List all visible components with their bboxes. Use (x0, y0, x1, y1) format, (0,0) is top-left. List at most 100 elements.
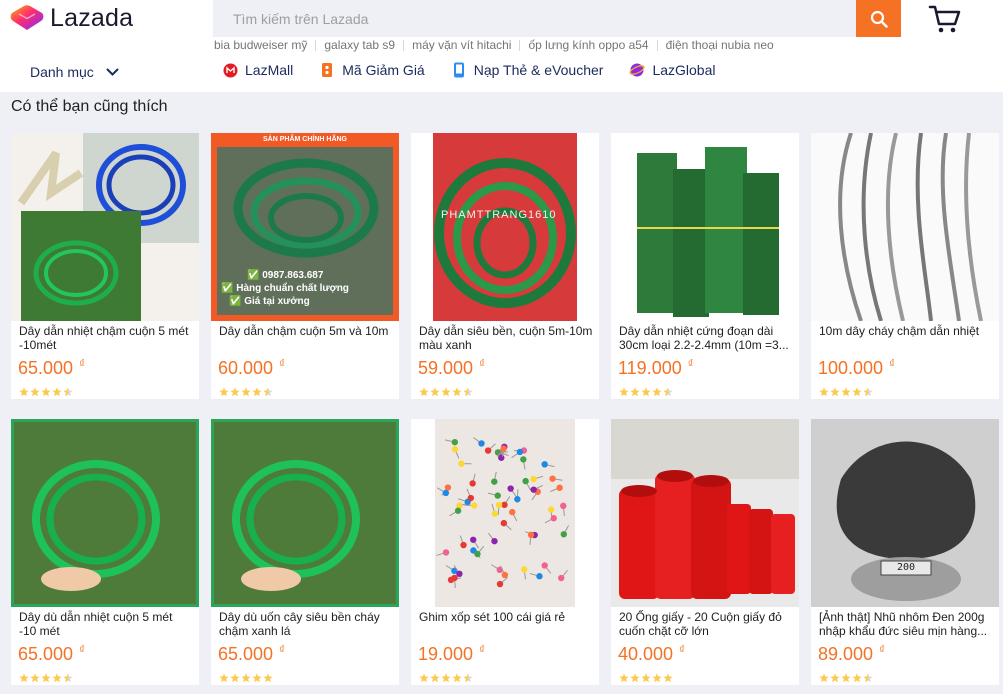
star-icon (852, 384, 862, 397)
star-icon (841, 670, 851, 683)
product-card[interactable]: 20 Ống giấy - 20 Cuộn giấy đỏ cuốn chặt … (611, 419, 799, 685)
product-card[interactable]: 10m dây cháy chậm dẫn nhiệt 100.000 ₫ (811, 133, 999, 399)
product-image (611, 419, 799, 607)
header: Lazada bia budweiser mỹ galaxy tab s9 má… (0, 0, 1003, 92)
rating-stars (219, 670, 274, 683)
product-image (611, 133, 799, 321)
nav-voucher[interactable]: Mã Giảm Giá (319, 62, 425, 78)
star-icon (619, 670, 629, 683)
product-price: 19.000 ₫ (418, 644, 485, 664)
star-icon (30, 384, 40, 397)
star-icon (452, 670, 462, 683)
star-icon (41, 670, 51, 683)
product-name: [Ảnh thật] Nhũ nhôm Đen 200g nhập khẩu đ… (819, 610, 988, 638)
star-icon (241, 670, 251, 683)
product-card[interactable]: Dây dù dẫn nhiệt cuộn 5 mét -10 mét 65.0… (11, 419, 199, 685)
star-icon (619, 384, 629, 397)
star-icon (230, 670, 240, 683)
star-icon (852, 670, 862, 683)
product-image (811, 133, 999, 321)
star-icon (63, 670, 73, 683)
product-price: 89.000 ₫ (818, 644, 885, 664)
star-icon (52, 670, 62, 683)
rating-stars (419, 384, 474, 397)
product-card[interactable]: SẢN PHẨM CHÍNH HÃNG ✅ 0987.863.687 ✅ Hàn… (211, 133, 399, 399)
star-icon (263, 670, 273, 683)
star-icon (241, 384, 251, 397)
category-label: Danh mục (30, 64, 94, 80)
product-image: 200 (811, 419, 999, 607)
image-overlay-text: SẢN PHẨM CHÍNH HÃNG (263, 136, 347, 143)
rating-stars (619, 384, 674, 397)
star-icon (663, 384, 673, 397)
lazmall-icon (222, 62, 238, 78)
product-card[interactable]: Dây dẫn nhiệt chậm cuộn 5 mét -10mét 65.… (11, 133, 199, 399)
product-price: 59.000 ₫ (418, 358, 485, 378)
section-title: Có thể bạn cũng thích (11, 98, 168, 115)
rating-stars (19, 384, 74, 397)
suggestion-link[interactable]: điện thoại nubia neo (666, 38, 774, 52)
star-icon (452, 384, 462, 397)
suggestion-link[interactable]: galaxy tab s9 (324, 38, 395, 52)
image-overlay-text: ✅ 0987.863.687 (247, 270, 324, 281)
star-icon (630, 670, 640, 683)
product-price: 65.000 ₫ (18, 358, 85, 378)
product-card[interactable]: Dây dù uốn cây siêu bền cháy chậm xanh l… (211, 419, 399, 685)
search-suggestions: bia budweiser mỹ galaxy tab s9 máy vặn v… (214, 38, 774, 52)
product-card[interactable]: 200 [Ảnh thật] Nhũ nhôm Đen 200g nhập kh… (811, 419, 999, 685)
star-icon (841, 384, 851, 397)
product-price: 65.000 ₫ (18, 644, 85, 664)
category-menu-button[interactable]: Danh mục (30, 64, 119, 80)
star-icon (441, 670, 451, 683)
nav-lazglobal[interactable]: LazGlobal (629, 62, 715, 78)
star-icon (463, 670, 473, 683)
product-price: 100.000 ₫ (818, 358, 895, 378)
star-icon (252, 384, 262, 397)
product-price: 60.000 ₫ (218, 358, 285, 378)
star-icon (419, 384, 429, 397)
star-icon (863, 670, 873, 683)
product-card[interactable]: Dây dẫn nhiệt cứng đoạn dài 30cm loại 2.… (611, 133, 799, 399)
suggestion-link[interactable]: ốp lưng kính oppo a54 (528, 38, 648, 52)
nav-lazmall[interactable]: LazMall (222, 62, 293, 78)
nav-topup[interactable]: Nạp Thẻ & eVoucher (451, 62, 604, 78)
nav-label: LazMall (245, 62, 294, 78)
star-icon (430, 384, 440, 397)
chevron-down-icon (106, 68, 119, 76)
divider (656, 39, 658, 51)
star-icon (219, 670, 229, 683)
product-image (411, 419, 599, 607)
product-card[interactable]: PHAMTTRANG1610 Dây dẫn siêu bền, cuộn 5m… (411, 133, 599, 399)
image-watermark: PHAMTTRANG1610 (441, 209, 557, 221)
suggestion-link[interactable]: bia budweiser mỹ (214, 38, 307, 52)
product-price: 40.000 ₫ (618, 644, 685, 664)
search-icon (870, 10, 888, 28)
divider (519, 39, 521, 51)
rating-stars (819, 384, 874, 397)
rating-stars (619, 670, 674, 683)
product-name: Dây dù dẫn nhiệt cuộn 5 mét -10 mét (19, 610, 173, 638)
star-icon (430, 670, 440, 683)
star-icon (52, 384, 62, 397)
lazada-logo[interactable]: Lazada (10, 4, 150, 32)
star-icon (41, 384, 51, 397)
rating-stars (419, 670, 474, 683)
lazglobal-icon (629, 62, 646, 78)
rating-stars (219, 384, 274, 397)
cart-icon[interactable] (928, 4, 962, 34)
suggestion-link[interactable]: máy vặn vít hitachi (412, 38, 511, 52)
search-input[interactable] (213, 0, 856, 37)
divider (315, 39, 317, 51)
star-icon (463, 384, 473, 397)
rating-stars (19, 670, 74, 683)
product-name: Ghim xốp sét 100 cái giá rẻ (419, 610, 566, 624)
star-icon (630, 384, 640, 397)
scale-display-text: 200 (897, 562, 916, 573)
product-card[interactable]: Ghim xốp sét 100 cái giá rẻ 19.000 ₫ (411, 419, 599, 685)
star-icon (19, 670, 29, 683)
star-icon (252, 670, 262, 683)
search-button[interactable] (856, 0, 901, 37)
product-image: PHAMTTRANG1610 (411, 133, 599, 321)
product-image (211, 419, 399, 607)
nav-label: Nạp Thẻ & eVoucher (473, 62, 604, 78)
